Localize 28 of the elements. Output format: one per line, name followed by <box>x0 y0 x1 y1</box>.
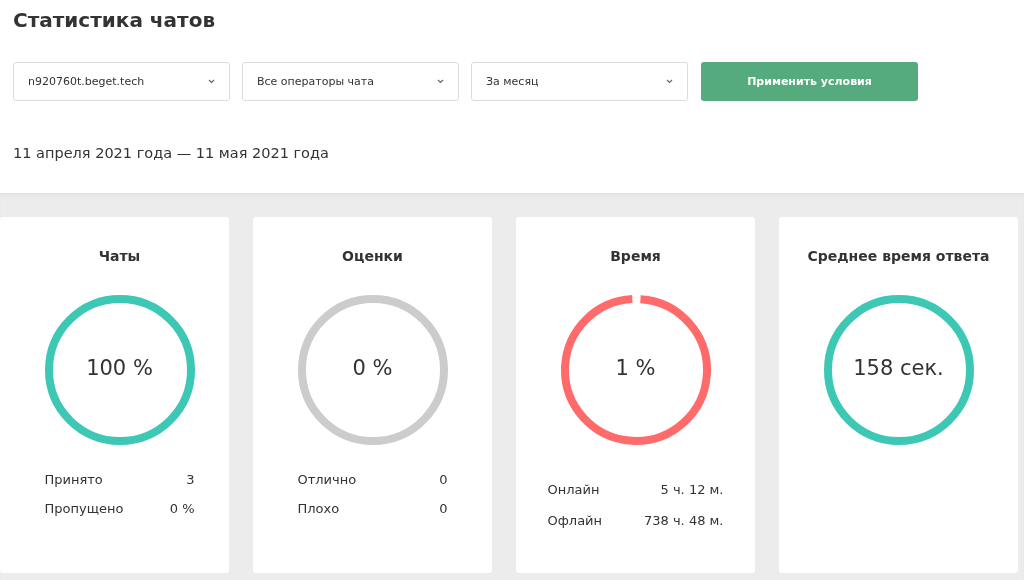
stat-value: 0 <box>439 472 448 487</box>
stat-label: Принято <box>44 472 103 487</box>
caret-icon <box>208 79 215 84</box>
percentage-reading: 1 % <box>615 356 656 380</box>
dropdown[interactable]: n920760t.beget.tech <box>13 62 230 101</box>
percentage-reading: 0 % <box>352 356 393 380</box>
stat-label: Офлайн <box>547 513 603 528</box>
stat-value: 3 <box>186 472 195 487</box>
dropdown[interactable]: За месяц <box>471 62 688 101</box>
stat-value: 0 <box>439 501 448 516</box>
dropdown[interactable]: Все операторы чата <box>242 62 459 101</box>
caret-icon <box>437 79 444 84</box>
caret-icon <box>666 79 673 84</box>
percentage-reading: 158 сек. <box>853 356 944 380</box>
percentage-reading: 100 % <box>86 356 153 380</box>
card-title: Чаты <box>98 248 141 264</box>
date-range: 11 апреля 2021 года — 11 мая 2021 года <box>13 145 329 161</box>
stat-value: 738 ч. 48 м. <box>644 513 724 528</box>
stat-value: 5 ч. 12 м. <box>660 482 724 497</box>
stat-label: Пропущено <box>44 501 124 516</box>
card-title: Время <box>610 248 661 264</box>
stat-label: Онлайн <box>547 482 600 497</box>
stat-label: Отлично <box>297 472 357 487</box>
page-title: Статистика чатов <box>13 7 216 34</box>
stat-value: 0 % <box>169 501 195 516</box>
card-title: Оценки <box>342 248 403 264</box>
stat-label: Плохо <box>297 501 340 516</box>
card-title: Среднее время ответа <box>807 248 990 264</box>
